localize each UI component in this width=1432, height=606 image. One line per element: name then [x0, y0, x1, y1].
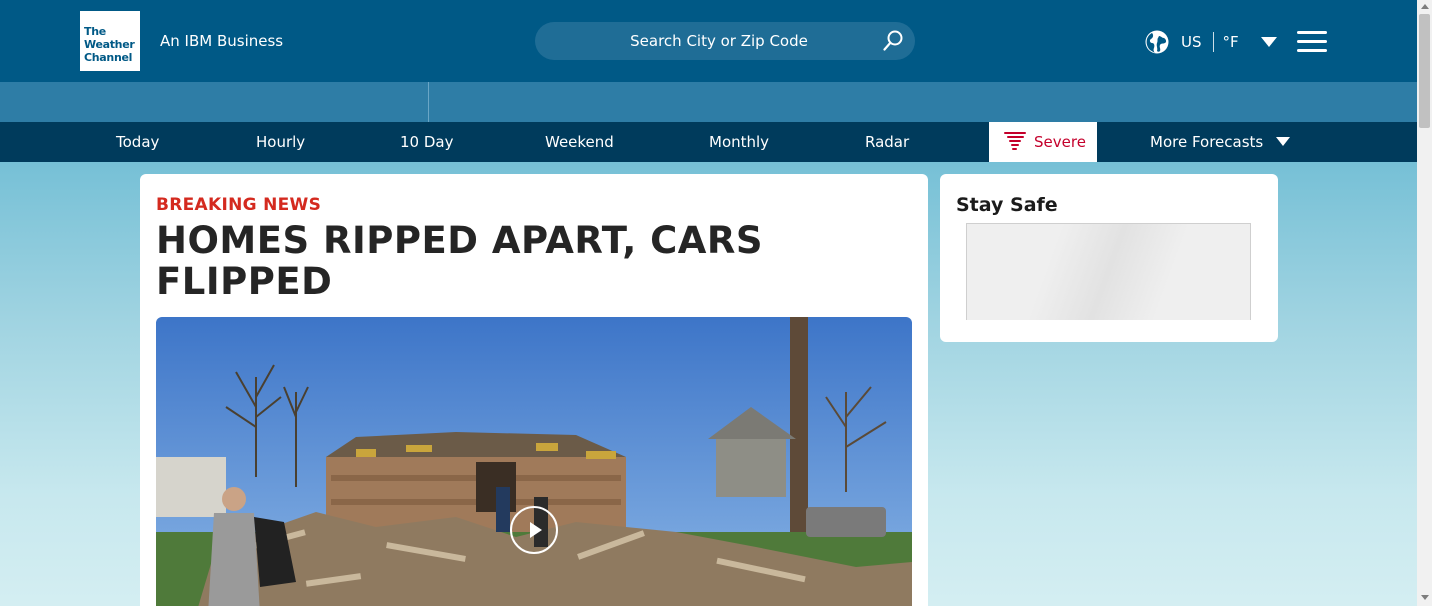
- tornado-icon: [1004, 132, 1026, 150]
- nav-item-more-forecasts[interactable]: More Forecasts: [1150, 122, 1291, 162]
- globe-icon: [1145, 30, 1169, 54]
- article-video[interactable]: [156, 317, 912, 606]
- scroll-down-icon[interactable]: [1421, 595, 1429, 600]
- ibm-tagline: An IBM Business: [160, 32, 283, 50]
- nav-item-10-day[interactable]: 10 Day: [400, 122, 453, 162]
- nav-item-today[interactable]: Today: [116, 122, 159, 162]
- logo-line-1: The: [84, 25, 106, 38]
- forecast-nav: Today Hourly 10 Day Weekend Monthly Rada…: [0, 122, 1417, 162]
- chevron-down-icon: [1276, 136, 1291, 146]
- article-headline[interactable]: HOMES RIPPED APART, CARS FLIPPED: [156, 220, 836, 302]
- locale-selector[interactable]: US °F: [1145, 30, 1277, 54]
- search-icon[interactable]: [882, 30, 904, 52]
- weather-channel-logo[interactable]: The Weather Channel: [80, 11, 140, 71]
- region-label: US: [1181, 33, 1202, 51]
- nav-item-monthly[interactable]: Monthly: [709, 122, 769, 162]
- location-bar: [0, 82, 1417, 122]
- scrollbar-thumb[interactable]: [1419, 14, 1430, 128]
- tornado-damage-image: [156, 317, 912, 606]
- logo-line-3: Channel: [84, 51, 133, 64]
- locale-divider: [1212, 32, 1214, 52]
- logo-line-2: Weather: [84, 38, 135, 51]
- ad-placeholder[interactable]: [966, 223, 1251, 320]
- chevron-down-icon[interactable]: [1260, 37, 1277, 47]
- site-header: The Weather Channel An IBM Business US °…: [0, 0, 1417, 82]
- nav-item-severe[interactable]: Severe: [989, 122, 1097, 162]
- play-icon[interactable]: [510, 506, 558, 554]
- breaking-news-card: BREAKING NEWS HOMES RIPPED APART, CARS F…: [140, 174, 928, 606]
- menu-icon[interactable]: [1297, 31, 1327, 53]
- nav-item-weekend[interactable]: Weekend: [545, 122, 614, 162]
- tagline-prefix: An: [160, 32, 185, 50]
- more-forecasts-label: More Forecasts: [1150, 133, 1264, 151]
- breaking-news-kicker: BREAKING NEWS: [156, 195, 322, 215]
- nav-item-hourly[interactable]: Hourly: [256, 122, 305, 162]
- nav-item-radar[interactable]: Radar: [865, 122, 909, 162]
- search-input[interactable]: [535, 22, 915, 60]
- severe-label: Severe: [1034, 133, 1086, 151]
- stay-safe-title: Stay Safe: [956, 194, 1058, 216]
- unit-label: °F: [1222, 33, 1239, 51]
- stay-safe-card: Stay Safe: [940, 174, 1278, 342]
- search-bar[interactable]: [535, 22, 915, 60]
- page-scrollbar[interactable]: [1417, 0, 1432, 606]
- location-bar-divider: [428, 82, 429, 122]
- tagline-brand: IBM Business: [184, 32, 284, 50]
- scroll-up-icon[interactable]: [1421, 4, 1429, 9]
